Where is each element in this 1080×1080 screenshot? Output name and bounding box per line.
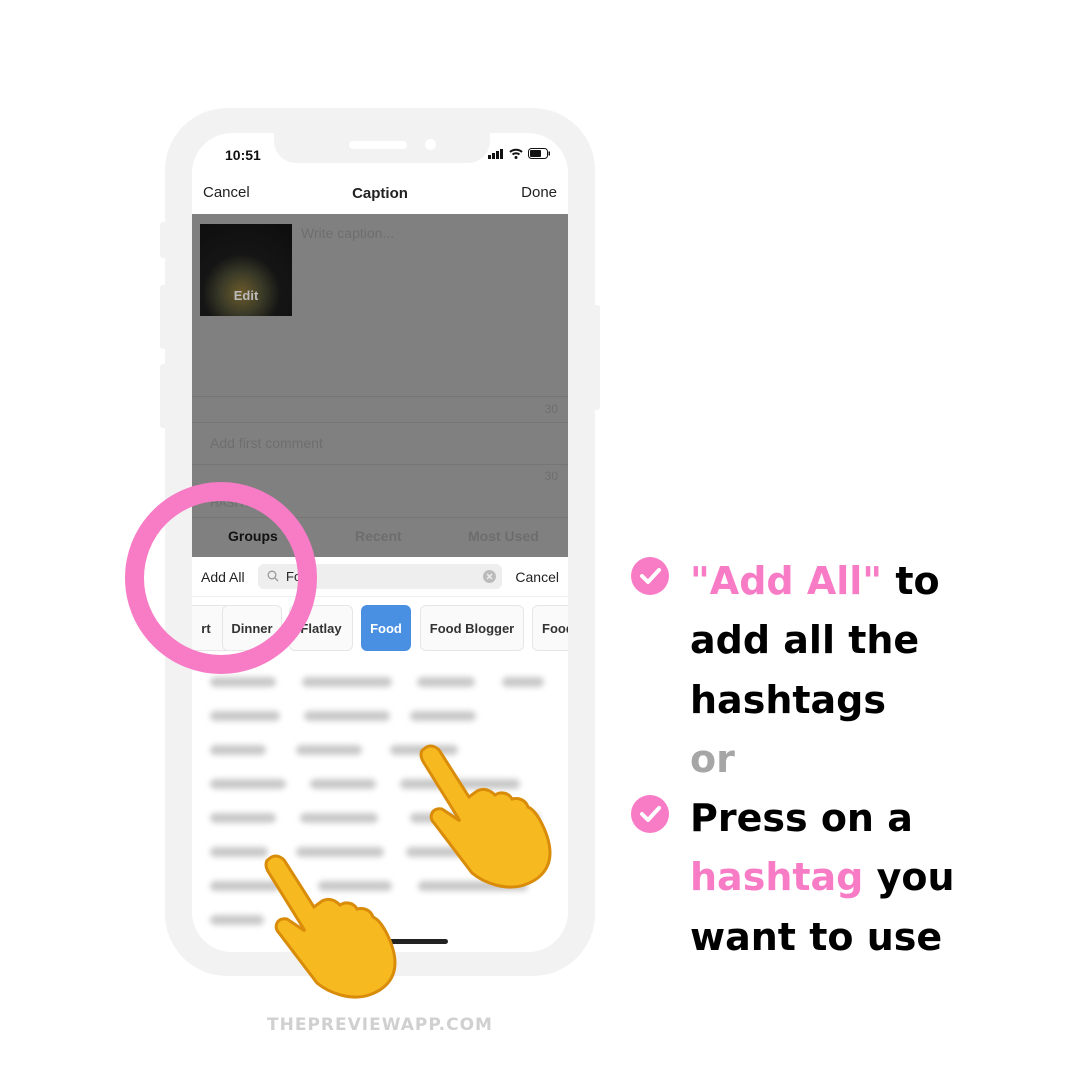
- instruction-or: or: [690, 736, 735, 781]
- hashtag-item[interactable]: [300, 813, 378, 823]
- page-title: Caption: [352, 185, 408, 202]
- hashtag-item[interactable]: [210, 813, 276, 823]
- comment-count: 30: [544, 469, 558, 483]
- pointing-hand-icon: [264, 854, 397, 999]
- instruction-line: Press on a: [690, 796, 913, 841]
- chip-food[interactable]: Food: [361, 605, 411, 651]
- instruction-text: "Add All" to add all the hashtags or Pre…: [690, 552, 955, 967]
- instruction-line: add all the: [690, 618, 920, 663]
- instruction-line: want to use: [690, 914, 943, 959]
- phone-volume-up-button: [160, 285, 168, 349]
- hashtag-item[interactable]: [304, 711, 390, 721]
- check-circle-icon: [631, 557, 669, 595]
- post-thumbnail[interactable]: Edit: [200, 224, 292, 316]
- caption-count: 30: [544, 402, 558, 416]
- pointing-hand-icon: [419, 744, 552, 889]
- hashtag-item[interactable]: [417, 677, 475, 687]
- first-comment-input[interactable]: Add first comment: [210, 435, 323, 451]
- notch: [274, 133, 490, 163]
- tab-recent[interactable]: Recent: [355, 528, 402, 544]
- instruction-line: you: [863, 855, 955, 900]
- chip-food-blogger[interactable]: Food Blogger: [420, 605, 524, 651]
- phone-volume-down-button: [160, 364, 168, 428]
- hashtag-item[interactable]: [410, 711, 476, 721]
- phone-power-button: [592, 305, 600, 410]
- add-all-highlight: "Add All": [690, 559, 883, 603]
- status-time: 10:51: [225, 147, 261, 163]
- battery-icon: [528, 148, 550, 159]
- search-cancel-button[interactable]: Cancel: [515, 569, 559, 585]
- wifi-icon: [509, 148, 523, 159]
- highlight-circle: [125, 482, 317, 674]
- check-circle-icon: [631, 795, 669, 833]
- status-icons: [488, 148, 550, 159]
- hashtag-item[interactable]: [210, 711, 280, 721]
- chip-food-more[interactable]: Food: [532, 605, 568, 651]
- caption-input[interactable]: Write caption...: [301, 225, 394, 241]
- signal-icon: [488, 148, 503, 159]
- footer-watermark: THEPREVIEWAPP.COM: [267, 1015, 493, 1035]
- hashtag-item[interactable]: [310, 779, 376, 789]
- tab-most-used[interactable]: Most Used: [468, 528, 539, 544]
- instruction-line: hashtags: [690, 677, 886, 722]
- hashtag-item[interactable]: [210, 677, 276, 687]
- done-button[interactable]: Done: [521, 184, 557, 201]
- hashtag-item[interactable]: [210, 779, 286, 789]
- instruction-line: to: [882, 559, 940, 603]
- hashtag-item[interactable]: [210, 745, 266, 755]
- phone-mute-button: [160, 222, 168, 258]
- nav-bar: Cancel Caption Done: [192, 179, 568, 214]
- hashtag-item[interactable]: [502, 677, 544, 687]
- edit-label: Edit: [233, 288, 259, 303]
- hashtag-highlight: hashtag: [690, 855, 864, 900]
- hashtag-item[interactable]: [302, 677, 392, 687]
- clear-icon[interactable]: [483, 570, 496, 583]
- hashtag-item[interactable]: [296, 745, 362, 755]
